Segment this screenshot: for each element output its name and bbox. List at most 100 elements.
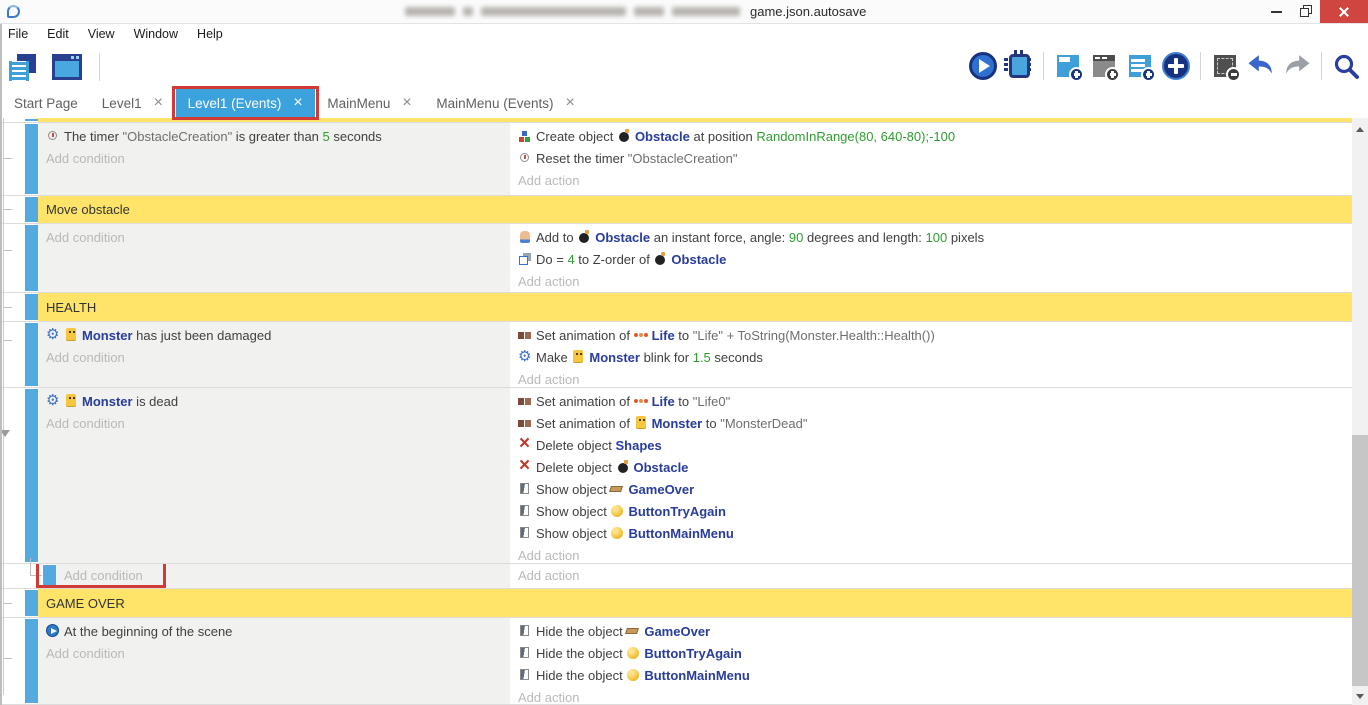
action-line[interactable]: Hide the object ButtonMainMenu — [518, 665, 1352, 687]
tab-label: Level1 — [102, 96, 142, 111]
add-other-event-button[interactable] — [1159, 48, 1193, 84]
add-condition-button[interactable]: Add condition — [46, 643, 510, 665]
text-segment: "Life0" — [693, 394, 730, 409]
event-selection-bar[interactable] — [25, 323, 38, 386]
redacted-title-text — [405, 7, 455, 16]
action-line[interactable]: Show object ButtonMainMenu — [518, 523, 1352, 545]
obstacle-icon — [653, 252, 668, 266]
text-segment: ButtonTryAgain — [628, 504, 726, 519]
event-selection-bar[interactable] — [25, 124, 38, 194]
scrollbar-thumb[interactable] — [1352, 435, 1368, 686]
action-line[interactable]: Hide the object GameOver — [518, 621, 1352, 643]
add-condition-button[interactable]: Add condition — [46, 227, 510, 249]
obstacle-icon — [616, 460, 631, 474]
comment-cell[interactable]: GAME OVER — [38, 589, 1352, 617]
event-selection-bar[interactable] — [25, 225, 38, 291]
text-segment: Monster — [82, 328, 133, 343]
add-condition-button[interactable]: Add condition — [64, 565, 510, 587]
action-line[interactable]: Do = 4 to Z-order of Obstacle — [518, 249, 1352, 271]
action-line[interactable]: Make Monster blink for 1.5 seconds — [518, 347, 1352, 369]
scroll-down-icon[interactable] — [1356, 694, 1364, 699]
add-action-button[interactable]: Add action — [518, 271, 1352, 293]
comment-cell[interactable] — [38, 118, 1352, 122]
actions-cell: Add action — [510, 564, 1352, 588]
condition-line[interactable]: The timer "ObstacleCreation" is greater … — [46, 126, 510, 148]
project-manager-button[interactable] — [6, 49, 40, 85]
event-selection-bar[interactable] — [25, 119, 38, 121]
menu-edit[interactable]: Edit — [47, 27, 69, 41]
comment-row: HEALTH — [0, 293, 1352, 322]
event-selection-bar[interactable] — [25, 197, 38, 222]
action-line[interactable]: Set animation of Life to "Life0" — [518, 391, 1352, 413]
editor-window-button[interactable] — [50, 49, 84, 85]
condition-line[interactable]: At the beginning of the scene — [46, 621, 510, 643]
menu-help[interactable]: Help — [197, 27, 223, 41]
restore-button[interactable] — [1291, 0, 1320, 23]
remove-event-button[interactable] — [1208, 48, 1242, 84]
event-selection-bar[interactable] — [25, 389, 38, 562]
event-selection-bar[interactable] — [43, 565, 56, 587]
condition-line[interactable]: Monster has just been damaged — [46, 325, 510, 347]
tab-mainmenu-events[interactable]: MainMenu (Events) — [424, 88, 587, 118]
add-subevent-button[interactable] — [1087, 48, 1121, 84]
actions-cell: Set animation of Life to "Life" + ToStri… — [510, 322, 1352, 387]
tab-close-icon[interactable] — [402, 96, 412, 110]
scroll-up-icon[interactable] — [1356, 127, 1364, 132]
add-action-button[interactable]: Add action — [518, 369, 1352, 388]
zorder-icon — [518, 252, 533, 266]
action-line[interactable]: Delete object Obstacle — [518, 457, 1352, 479]
action-line[interactable]: Show object GameOver — [518, 479, 1352, 501]
event-selection-bar[interactable] — [25, 590, 38, 616]
add-action-button[interactable]: Add action — [518, 170, 1352, 192]
event-selection-bar[interactable] — [25, 294, 38, 320]
text-segment: 100 — [926, 230, 948, 245]
play-button[interactable] — [966, 48, 1000, 84]
window-title: game.json.autosave — [405, 0, 866, 23]
event-selection-bar[interactable] — [25, 619, 38, 703]
close-button[interactable] — [1320, 0, 1368, 23]
tab-level1[interactable]: Level1 — [90, 88, 176, 118]
minimize-button[interactable] — [1262, 0, 1291, 23]
tab-level1-events[interactable]: Level1 (Events) — [176, 88, 316, 118]
action-line[interactable]: Delete object Shapes — [518, 435, 1352, 457]
debug-button[interactable] — [1002, 48, 1036, 84]
tab-start-page[interactable]: Start Page — [2, 88, 90, 118]
action-line[interactable]: Set animation of Life to "Life" + ToStri… — [518, 325, 1352, 347]
play-icon — [969, 52, 997, 80]
gear-icon — [46, 394, 61, 408]
add-action-button[interactable]: Add action — [518, 565, 1352, 587]
gear-icon — [46, 328, 61, 342]
search-button[interactable] — [1329, 48, 1363, 84]
menu-file[interactable]: File — [8, 27, 28, 41]
comment-cell[interactable]: HEALTH — [38, 293, 1352, 321]
action-line[interactable]: Show object ButtonTryAgain — [518, 501, 1352, 523]
redacted-title-text — [463, 7, 473, 16]
add-condition-button[interactable]: Add condition — [46, 413, 510, 435]
action-line[interactable]: Reset the timer "ObstacleCreation" — [518, 148, 1352, 170]
tab-mainmenu[interactable]: MainMenu — [315, 88, 424, 118]
add-comment-button[interactable] — [1123, 48, 1157, 84]
redo-button[interactable] — [1280, 48, 1314, 84]
add-condition-button[interactable]: Add condition — [46, 148, 510, 170]
menu-view[interactable]: View — [88, 27, 115, 41]
text-segment: GameOver — [644, 624, 710, 639]
vertical-scrollbar[interactable] — [1352, 118, 1368, 705]
event-row: At the beginning of the sceneAdd conditi… — [0, 618, 1352, 705]
undo-button[interactable] — [1244, 48, 1278, 84]
add-action-button[interactable]: Add action — [518, 687, 1352, 705]
tab-close-icon[interactable] — [293, 96, 303, 110]
action-line[interactable]: Hide the object ButtonTryAgain — [518, 643, 1352, 665]
tab-close-icon[interactable] — [565, 96, 575, 110]
add-condition-button[interactable]: Add condition — [46, 347, 510, 369]
condition-line[interactable]: Monster is dead — [46, 391, 510, 413]
add-event-button[interactable] — [1051, 48, 1085, 84]
comment-cell[interactable]: Move obstacle — [38, 196, 1352, 223]
add-action-button[interactable]: Add action — [518, 545, 1352, 564]
title-bar: game.json.autosave — [0, 0, 1368, 24]
tab-close-icon[interactable] — [154, 96, 164, 110]
action-line[interactable]: Add to Obstacle an instant force, angle:… — [518, 227, 1352, 249]
action-line[interactable]: Create object Obstacle at position Rando… — [518, 126, 1352, 148]
action-line[interactable]: Set animation of Monster to "MonsterDead… — [518, 413, 1352, 435]
text-segment: Obstacle — [595, 230, 650, 245]
menu-window[interactable]: Window — [134, 27, 178, 41]
